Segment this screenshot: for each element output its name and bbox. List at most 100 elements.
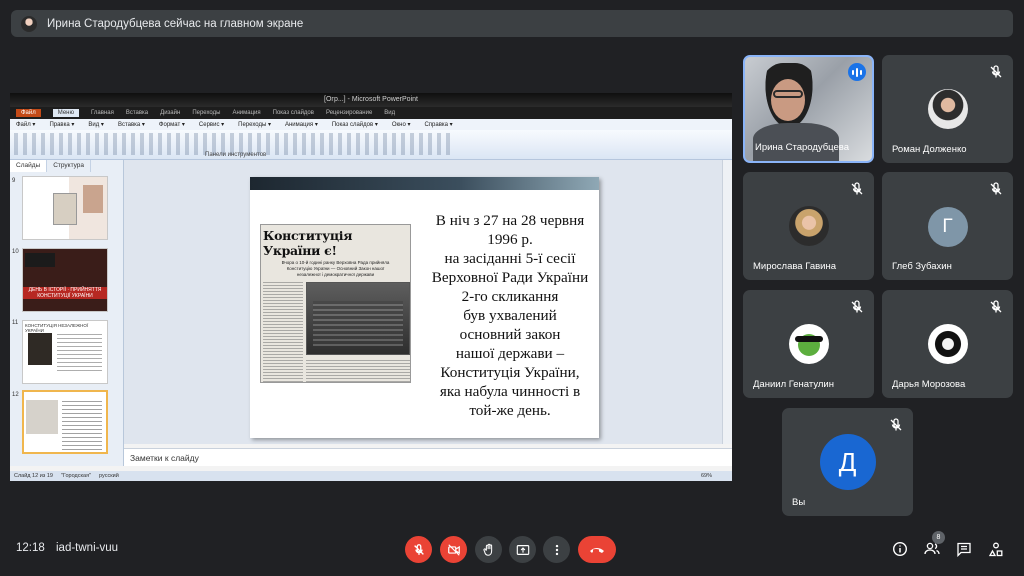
- participant-tile[interactable]: Мирослава Гавина: [743, 172, 874, 280]
- avatar: [788, 324, 829, 364]
- mic-off-icon: [990, 300, 1002, 313]
- newspaper-column: [306, 358, 410, 382]
- presenter-face: [771, 79, 805, 121]
- newspaper-image: Конституція України є! Вчора о 10-й годи…: [260, 224, 411, 383]
- meeting-details-button[interactable]: [891, 540, 909, 558]
- participant-name: Даниил Генатулин: [753, 379, 834, 390]
- menu-item: Сервис ▾: [198, 122, 225, 128]
- menu-item: Файл ▾: [16, 122, 36, 128]
- ribbon-tab-transitions: Переходы: [192, 110, 221, 116]
- slide-thumbnail-10: ДЕНЬ В ІСТОРІЇ · ПРИЙНЯТТЯ КОНСТИТУЦІЇ У…: [22, 248, 108, 312]
- ribbon-tab-view: Вид: [384, 110, 396, 116]
- powerpoint-status-bar: Слайд 12 из 19 "Городская" русский 69%: [10, 471, 732, 481]
- chat-icon: [957, 542, 971, 557]
- menu-item: Справка ▾: [424, 122, 453, 128]
- clock: 12:18: [16, 542, 45, 554]
- slide-thumbnail-11: КОНСТИТУЦІЯ НЕЗАЛЕЖНОЇ УКРАЇНИ: [22, 320, 108, 384]
- mic-off-icon: [990, 65, 1002, 78]
- avatar-letter: Д: [819, 434, 876, 490]
- speaking-indicator-icon: [848, 63, 866, 81]
- glasses-icon: [773, 90, 803, 98]
- slide-body-text: В ніч з 27 на 28 червня 1996 р. на засід…: [431, 212, 589, 419]
- avatar-letter: Г: [927, 207, 968, 247]
- panel-tab-slides: Слайды: [10, 160, 48, 172]
- ribbon-tab-insert: Вставка: [125, 110, 149, 116]
- participant-tile[interactable]: Даниил Генатулин: [743, 290, 874, 398]
- present-now-button[interactable]: [509, 536, 536, 563]
- toolbar-group-label: Панели инструментов: [205, 152, 267, 158]
- chat-button[interactable]: [955, 540, 973, 558]
- presenter-avatar: [21, 15, 37, 32]
- menu-item: Вставка ▾: [117, 122, 145, 128]
- slide-scrollbar: [722, 160, 732, 444]
- participant-name: Мирослава Гавина: [753, 261, 837, 272]
- status-slide-count: Слайд 12 из 19: [14, 473, 53, 479]
- newspaper-photo: [306, 282, 410, 355]
- powerpoint-menu-bar: Файл ▾ Правка ▾ Вид ▾ Вставка ▾ Формат ▾…: [10, 119, 732, 130]
- participant-name: Роман Долженко: [892, 144, 967, 155]
- newspaper-subhead: Вчора о 10-й годині ранку Верховна Рада …: [281, 260, 390, 277]
- info-icon: [892, 541, 908, 557]
- status-language: русский: [99, 473, 119, 479]
- thumbnail-number: 10: [12, 249, 19, 255]
- thumbnail-caption: ДЕНЬ В ІСТОРІЇ · ПРИЙНЯТТЯ КОНСТИТУЦІЇ У…: [23, 287, 107, 299]
- participant-count-badge: 8: [932, 531, 945, 544]
- newspaper-headline: Конституція України є!: [263, 228, 353, 258]
- hand-icon: [482, 543, 492, 556]
- ribbon-tab-slideshow: Показ слайдов: [272, 110, 314, 116]
- panel-tab-outline: Структура: [47, 160, 92, 172]
- ribbon-tab-file: Файл: [16, 109, 41, 117]
- mic-off-icon: [890, 418, 902, 431]
- participant-name: Ирина Стародубцева: [755, 142, 850, 153]
- ribbon-tab-design: Дизайн: [160, 110, 181, 116]
- slides-panel: Слайды Структура 9 10 ДЕНЬ В ІСТОРІЇ · П…: [10, 160, 124, 466]
- presenter-banner: Ирина Стародубцева сейчас на главном экр…: [11, 10, 1013, 37]
- slide-thumbnail-9: [22, 176, 108, 240]
- avatar: [927, 324, 968, 364]
- thumbnail-number: 9: [12, 178, 16, 184]
- presenter-banner-text: Ирина Стародубцева сейчас на главном экр…: [47, 17, 304, 30]
- menu-item: Формат ▾: [158, 122, 185, 128]
- participant-tile-self[interactable]: Д Вы: [782, 408, 913, 516]
- powerpoint-title-bar: [Огр...] - Microsoft PowerPoint: [10, 93, 732, 107]
- menu-item: Вид ▾: [88, 122, 104, 128]
- leave-call-button[interactable]: [578, 536, 616, 563]
- mic-off-icon: [851, 182, 863, 195]
- status-zoom: 69%: [700, 473, 712, 479]
- activities-icon: [988, 542, 1003, 557]
- camera-off-icon: [447, 543, 460, 556]
- menu-item: Анимация ▾: [284, 122, 318, 128]
- participant-name: Глеб Зубахин: [892, 261, 952, 272]
- ribbon-tab-animation: Анимация: [232, 110, 261, 116]
- powerpoint-toolbar: Панели инструментов: [10, 130, 732, 160]
- activities-button[interactable]: [987, 540, 1005, 558]
- camera-toggle-button[interactable]: [440, 536, 467, 563]
- slide-notes: Заметки к слайду: [124, 448, 732, 466]
- more-vert-icon: [555, 544, 558, 555]
- microphone-toggle-button[interactable]: [405, 536, 432, 563]
- thumbnail-number: 11: [12, 320, 19, 326]
- current-slide: Конституція України є! Вчора о 10-й годи…: [250, 177, 599, 438]
- mic-off-icon: [851, 300, 863, 313]
- raise-hand-button[interactable]: [475, 536, 502, 563]
- avatar: [927, 89, 968, 129]
- participant-tile[interactable]: Г Глеб Зубахин: [882, 172, 1013, 280]
- menu-item: Окно ▾: [391, 122, 411, 128]
- participant-tile-presenter[interactable]: Ирина Стародубцева: [743, 55, 874, 163]
- shared-screen[interactable]: [Огр...] - Microsoft PowerPoint Файл Мен…: [10, 93, 732, 481]
- status-theme: "Городская": [60, 473, 92, 479]
- menu-item: Показ слайдов ▾: [331, 122, 378, 128]
- slide-thumbnail-12-selected: [22, 390, 108, 454]
- participant-tile[interactable]: Дарья Морозова: [882, 290, 1013, 398]
- thumbnail-number: 12: [12, 392, 19, 398]
- newspaper-column: [263, 282, 303, 382]
- more-options-button[interactable]: [543, 536, 570, 563]
- powerpoint-ribbon-tabs: Файл Меню Главная Вставка Дизайн Переход…: [10, 107, 732, 119]
- participant-tile[interactable]: Роман Долженко: [882, 55, 1013, 163]
- participant-name: Дарья Морозова: [892, 379, 966, 390]
- ribbon-tab-home: Главная: [90, 110, 114, 116]
- menu-item: Правка ▾: [49, 122, 75, 128]
- present-screen-icon: [516, 544, 529, 555]
- ribbon-tab-menu: Меню: [52, 109, 79, 117]
- ribbon-tab-review: Рецензирование: [325, 110, 373, 116]
